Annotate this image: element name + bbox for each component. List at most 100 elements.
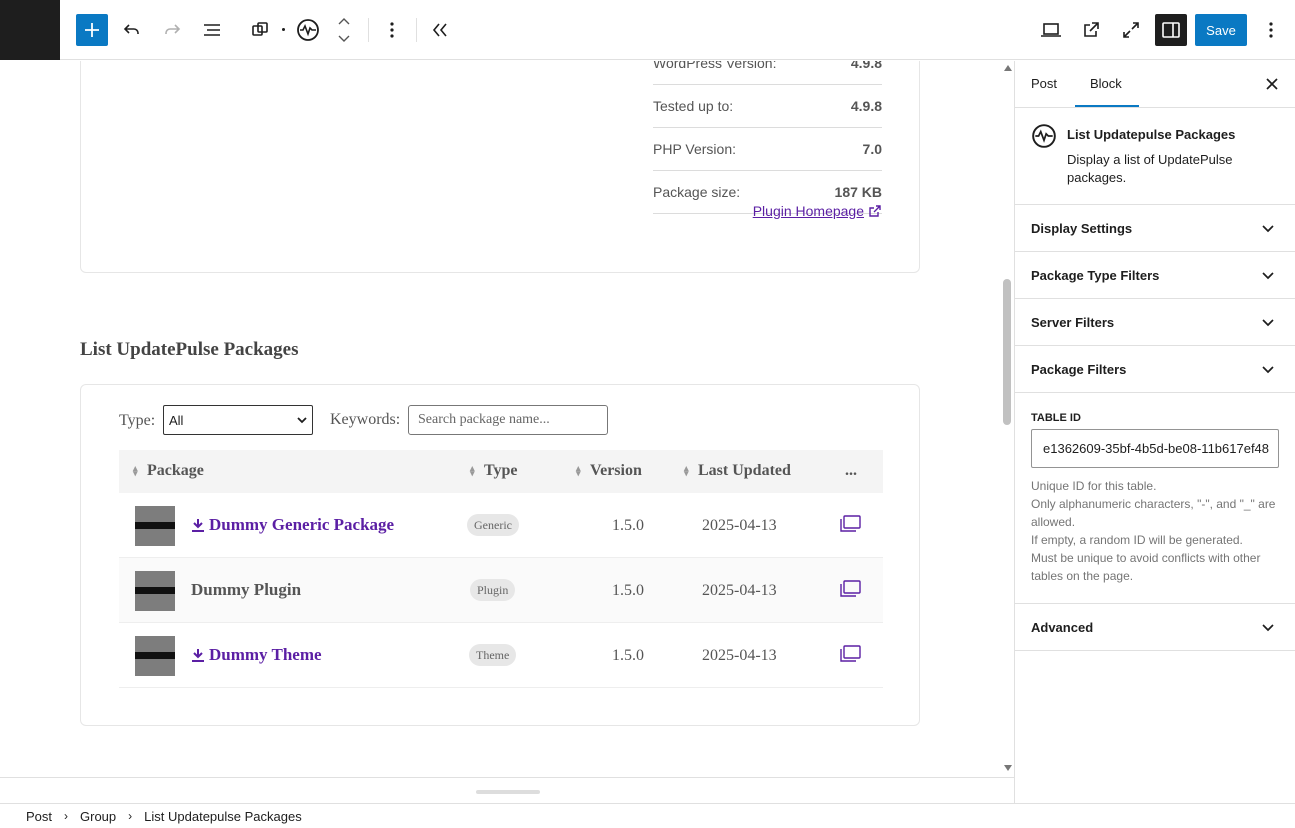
toolbar-dot [282,28,285,31]
chevron-double-left-icon [432,23,447,37]
chevron-down-icon [1262,624,1274,632]
more-vertical-icon [390,22,394,38]
save-button[interactable]: Save [1195,14,1247,46]
breadcrumb-item-group[interactable]: Group [80,809,116,824]
plugin-homepage-label: Plugin Homepage [752,203,864,219]
panel-title: Display Settings [1031,221,1133,236]
chevron-down-icon [1262,366,1274,374]
download-icon [192,649,204,662]
table-row: Dummy Plugin Plugin 1.5.0 2025-04-13 [119,558,883,623]
collapse-toolbar-button[interactable] [424,14,456,46]
chevron-down-icon [1262,225,1274,233]
copy-icon[interactable] [839,515,861,533]
fullscreen-button[interactable] [1115,14,1147,46]
panel-package-type-filters[interactable]: Package Type Filters [1015,252,1295,299]
column-type[interactable]: ▴ ▾ Type [470,462,517,480]
table-id-input[interactable]: e1362609-35bf-4b5d-be08-11b617ef48 [1031,429,1279,468]
tab-block[interactable]: Block [1090,76,1122,91]
package-updated: 2025-04-13 [702,517,777,534]
column-package[interactable]: ▴ ▾ Package [133,462,204,480]
tab-post[interactable]: Post [1031,76,1057,91]
meta-value: 4.9.8 [850,98,882,114]
toolbar-separator [368,18,369,42]
panel-server-filters[interactable]: Server Filters [1015,299,1295,346]
table-id-section: TABLE ID e1362609-35bf-4b5d-be08-11b617e… [1015,393,1295,604]
package-search-input[interactable]: Search package name... [408,405,608,435]
panel-title: Server Filters [1031,315,1115,330]
column-label: Type [484,462,518,479]
undo-icon [123,24,139,34]
resize-bar [0,777,1014,803]
canvas-scrollbar[interactable] [1001,61,1014,777]
pulse-icon [297,19,319,41]
package-updated: 2025-04-13 [702,582,777,599]
package-download-link[interactable]: Dummy Theme [191,645,322,665]
copy-icon[interactable] [839,580,861,598]
resize-handle[interactable] [476,790,540,794]
meta-value: 7.0 [862,141,882,157]
options-button[interactable] [1259,14,1283,46]
package-type-badge: Theme [469,644,517,666]
block-card-description: Display a list of UpdatePulse packages. [1067,152,1233,185]
help-line: Unique ID for this table. [1031,479,1157,493]
meta-row-tested: Tested up to: 4.9.8 [653,85,882,128]
redo-button[interactable] [156,14,188,46]
packages-table: ▴ ▾ Package ▴ ▾ Type ▴ ▾ Version ▴ ▾ Last Up… [119,450,883,688]
close-icon[interactable] [1263,75,1281,93]
breadcrumb-item-current: List Updatepulse Packages [144,808,302,824]
undo-button[interactable] [116,14,148,46]
column-label: ... [845,462,857,479]
help-line: If empty, a random ID will be generated. [1031,533,1243,547]
panel-title: Package Type Filters [1031,268,1160,283]
scroll-up-icon[interactable] [1004,65,1012,71]
meta-label: PHP Version: [653,141,737,157]
preview-device-button[interactable] [1035,14,1067,46]
document-overview-button[interactable] [196,14,228,46]
package-version: 1.5.0 [612,647,644,664]
package-version: 1.5.0 [612,517,644,534]
package-download-link[interactable]: Dummy Generic Package [191,515,394,535]
breadcrumb-item-post[interactable]: Post [26,809,52,824]
column-version[interactable]: ▴ ▾ Version [576,462,642,480]
block-type-button[interactable] [292,14,324,46]
panel-display-settings[interactable]: Display Settings [1015,205,1295,252]
sort-icon: ▴ ▾ [133,463,138,478]
plugin-info-card: WordPress Version: 4.9.8 Tested up to: 4… [80,61,920,273]
package-type-badge: Generic [467,514,519,536]
external-link-icon [869,204,881,217]
package-thumbnail [135,571,175,611]
toolbar-separator [416,18,417,42]
plugin-homepage-link[interactable]: Plugin Homepage [753,203,881,219]
meta-label: Tested up to: [653,98,734,114]
editor-toolbar: Save [0,0,1295,60]
settings-sidebar-toggle[interactable] [1155,14,1187,46]
panel-package-filters[interactable]: Package Filters [1015,346,1295,393]
wordpress-logo[interactable] [0,0,60,60]
search-placeholder: Search package name... [418,412,550,427]
chevron-down-icon [1262,319,1274,327]
type-filter-select[interactable]: All [163,405,313,435]
sidebar-tabs: Post Block [1015,61,1295,108]
block-transform-button[interactable] [244,14,276,46]
sidebar-icon [1162,22,1180,38]
fullscreen-icon [1123,22,1139,38]
scroll-down-icon[interactable] [1004,765,1012,771]
panel-advanced[interactable]: Advanced [1015,604,1295,651]
block-card-title: List Updatepulse Packages [1067,127,1236,142]
chevron-down-icon [297,416,307,423]
package-list-card: Type: All Keywords: Search package name.… [80,384,920,726]
chevron-up-down-icon [338,18,350,42]
copy-icon[interactable] [839,645,861,663]
table-id-help: Unique ID for this table. Only alphanume… [1031,477,1281,585]
column-label: Package [147,462,204,479]
laptop-icon [1041,23,1061,37]
block-breadcrumb: Post › Group › List Updatepulse Packages [0,803,1295,828]
chevron-down-icon [1262,272,1274,280]
move-block-button[interactable] [334,14,354,46]
type-filter-label: Type: [119,412,156,429]
add-block-button[interactable] [76,14,108,46]
scroll-thumb[interactable] [1003,279,1011,425]
view-post-button[interactable] [1075,14,1107,46]
block-options-button[interactable] [376,14,408,46]
column-last-updated[interactable]: ▴ ▾ Last Updated [684,462,791,480]
